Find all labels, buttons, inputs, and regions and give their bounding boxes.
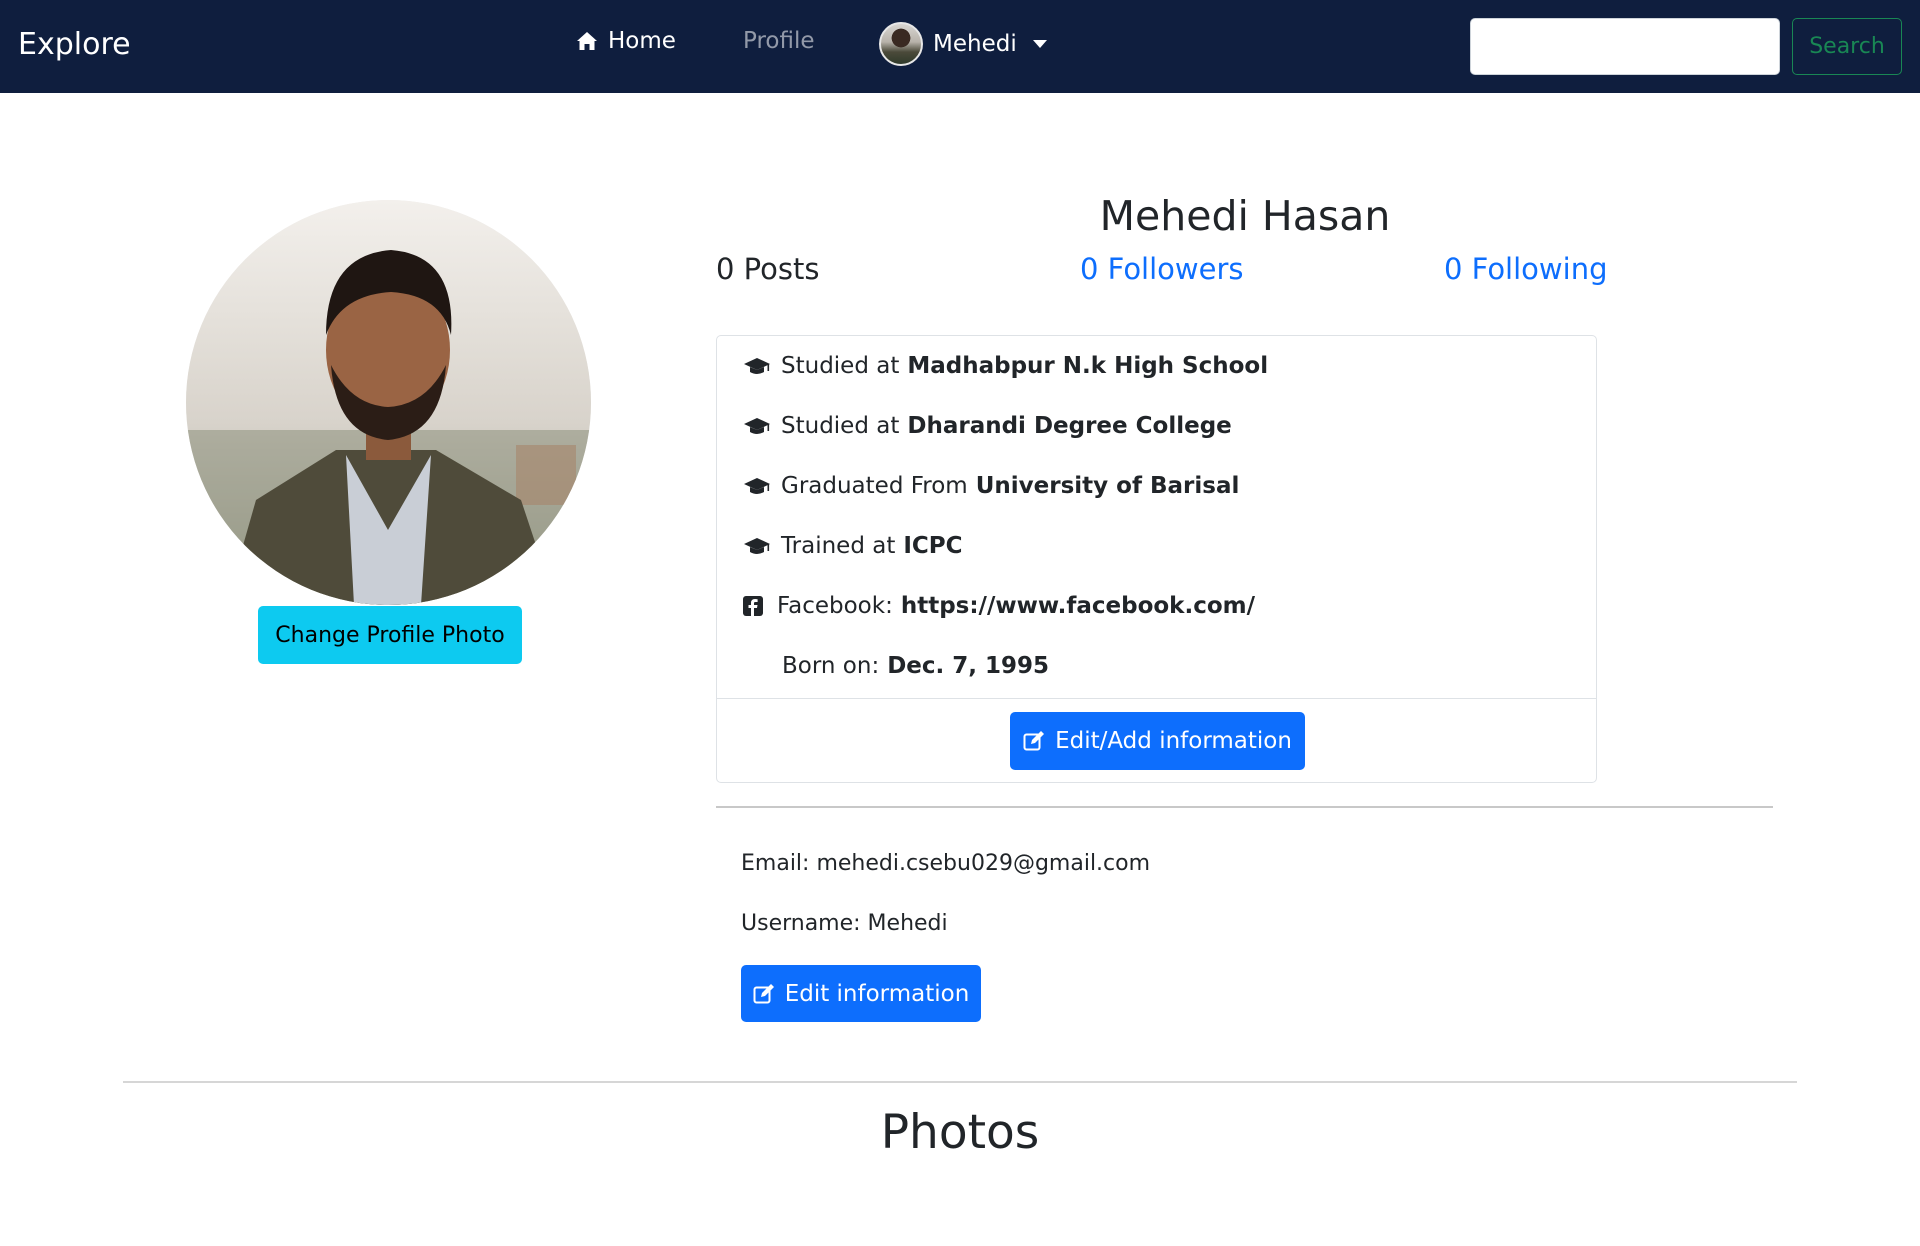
info-value: Madhabpur N.k High School [907, 353, 1269, 379]
info-prefix: Studied at [781, 413, 900, 439]
user-name-label: Mehedi [933, 31, 1017, 57]
graduation-cap-icon [743, 416, 773, 436]
info-prefix: Studied at [781, 353, 900, 379]
info-prefix: Facebook: [777, 593, 893, 619]
nav-profile-link[interactable]: Profile [743, 28, 815, 54]
email-text: Email: mehedi.csebu029@gmail.com [741, 851, 1151, 876]
avatar [879, 22, 923, 66]
info-value: University of Barisal [975, 473, 1240, 499]
followers-link[interactable]: 0 Followers [1080, 252, 1244, 286]
graduation-cap-icon [743, 536, 773, 556]
info-value: Dharandi Degree College [907, 413, 1232, 439]
chevron-down-icon [1032, 40, 1047, 48]
nav-home-label: Home [608, 28, 676, 54]
edit-information-button[interactable]: Edit information [741, 965, 981, 1022]
brand-link[interactable]: Explore [18, 27, 131, 62]
photos-heading: Photos [880, 1105, 1040, 1160]
divider [123, 1081, 1797, 1083]
nav-home-link[interactable]: Home [576, 28, 676, 54]
info-card: Studied at Madhabpur N.k High School Stu… [716, 335, 1597, 783]
edit-icon [1023, 731, 1045, 751]
info-prefix: Trained at [781, 533, 896, 559]
profile-name: Mehedi Hasan [1099, 192, 1391, 240]
edit-add-information-label: Edit/Add information [1055, 728, 1292, 754]
info-row-college: Studied at Dharandi Degree College [743, 413, 1232, 439]
info-prefix: Graduated From [781, 473, 968, 499]
info-row-birthday: Born on: Dec. 7, 1995 [782, 653, 1049, 679]
search-input[interactable] [1470, 18, 1780, 75]
following-link[interactable]: 0 Following [1444, 252, 1607, 286]
user-dropdown[interactable]: Mehedi [879, 22, 1047, 66]
edit-information-label: Edit information [784, 980, 970, 1007]
change-profile-photo-button[interactable]: Change Profile Photo [258, 606, 522, 664]
facebook-link[interactable]: https://www.facebook.com/ [901, 593, 1255, 619]
posts-count: 0 Posts [716, 252, 820, 286]
info-value: Dec. 7, 1995 [887, 653, 1050, 679]
info-value: ICPC [903, 533, 963, 559]
edit-icon [753, 983, 774, 1003]
info-card-footer: Edit/Add information [717, 698, 1596, 782]
info-row-university: Graduated From University of Barisal [743, 473, 1239, 499]
info-row-facebook: Facebook: https://www.facebook.com/ [743, 593, 1255, 619]
facebook-icon [743, 596, 769, 616]
info-prefix: Born on: [782, 653, 880, 679]
profile-photo-image [186, 200, 591, 605]
username-text: Username: Mehedi [741, 911, 948, 936]
profile-photo [186, 200, 591, 605]
home-icon [577, 32, 597, 50]
info-row-training: Trained at ICPC [743, 533, 963, 559]
graduation-cap-icon [743, 356, 773, 376]
edit-add-information-button[interactable]: Edit/Add information [1010, 712, 1305, 770]
graduation-cap-icon [743, 476, 773, 496]
info-row-school: Studied at Madhabpur N.k High School [743, 353, 1268, 379]
search-button[interactable]: Search [1792, 18, 1902, 75]
navbar: Explore Home Profile Mehedi Search [0, 0, 1920, 93]
divider [716, 806, 1773, 808]
